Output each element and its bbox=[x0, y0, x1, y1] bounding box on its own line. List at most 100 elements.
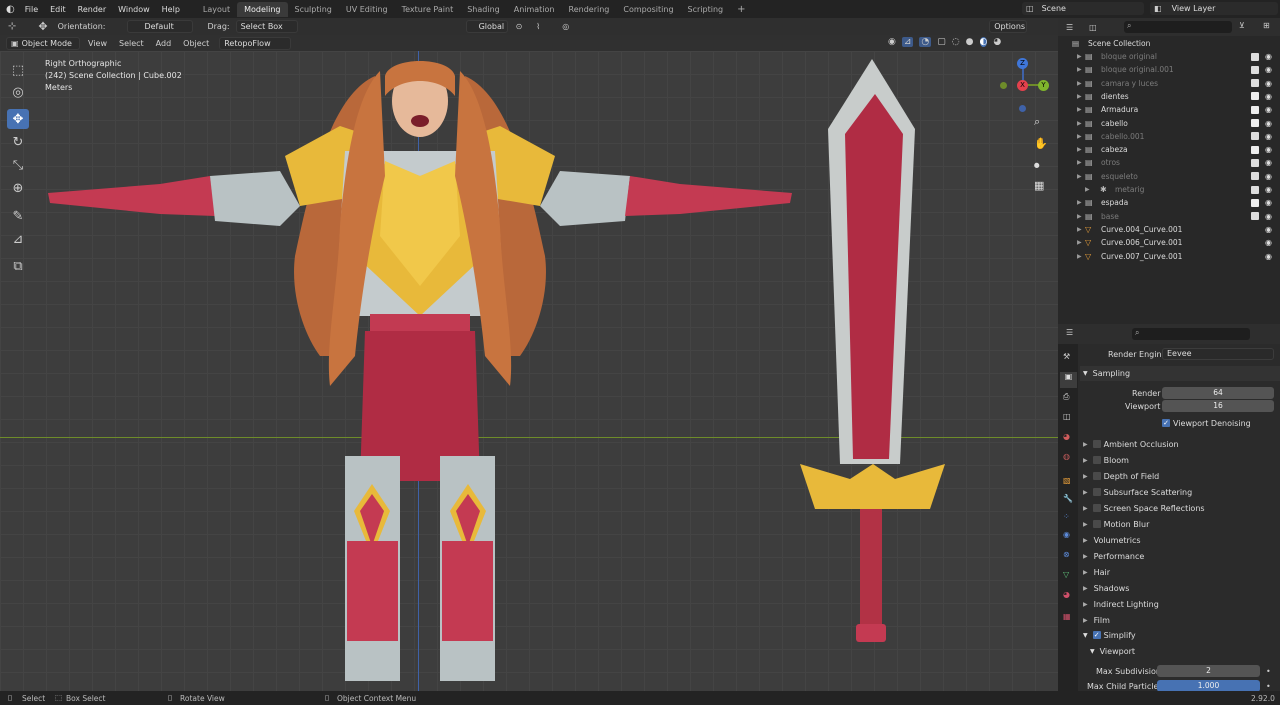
expand-arrow-icon[interactable]: ▶ bbox=[1077, 120, 1082, 127]
viewport-samples-field[interactable]: 16 bbox=[1162, 400, 1274, 412]
drag-dropdown[interactable]: Select Box bbox=[235, 20, 298, 33]
scene-selector[interactable]: ◫ Scene bbox=[1022, 2, 1144, 15]
constraints-tab-icon[interactable]: ⊗ bbox=[1063, 550, 1070, 559]
visibility-eye-icon[interactable]: ◉ bbox=[1265, 172, 1272, 181]
panel-checkbox[interactable] bbox=[1092, 440, 1101, 448]
move-icon[interactable]: ✥ bbox=[38, 20, 47, 33]
new-collection-icon[interactable]: ⊞ bbox=[1263, 21, 1270, 30]
visibility-eye-icon[interactable]: ◉ bbox=[1265, 119, 1272, 128]
visibility-eye-icon[interactable]: ◉ bbox=[1265, 238, 1272, 247]
expand-arrow-icon[interactable]: ▶ bbox=[1077, 213, 1082, 220]
gizmo-icon[interactable]: ⊿ bbox=[901, 37, 914, 47]
panel-checkbox[interactable] bbox=[1092, 456, 1101, 464]
wireframe-shading-icon[interactable]: ◌ bbox=[952, 37, 960, 47]
keyframe-dot-icon[interactable]: • bbox=[1266, 667, 1271, 676]
visibility-eye-icon[interactable]: ◉ bbox=[1265, 198, 1272, 207]
expand-arrow-icon[interactable]: ▶ bbox=[1077, 53, 1082, 60]
render-tab-icon[interactable]: ▣ bbox=[1060, 372, 1077, 388]
gizmo-neg-z-axis[interactable] bbox=[1019, 105, 1026, 112]
output-tab-icon[interactable]: ⎙ bbox=[1063, 392, 1069, 402]
render-panel-header[interactable]: ▶ Ambient Occlusion bbox=[1080, 437, 1280, 451]
scene-collection-row[interactable]: ▤ Scene Collection bbox=[1058, 37, 1280, 50]
orientation-dropdown[interactable]: Default bbox=[127, 20, 194, 33]
visibility-eye-icon[interactable]: ◉ bbox=[1265, 212, 1272, 221]
keyframe-dot-icon[interactable]: • bbox=[1266, 682, 1271, 691]
gizmo-x-axis[interactable]: X bbox=[1017, 80, 1028, 91]
menu-window[interactable]: Window bbox=[112, 5, 156, 14]
world-tab-icon[interactable]: ◍ bbox=[1063, 452, 1070, 461]
outliner-row[interactable]: ▶ ▤ cabello ◉ bbox=[1058, 117, 1280, 130]
tab-shading[interactable]: Shading bbox=[460, 2, 507, 17]
outliner-row[interactable]: ▶ ▤ bloque original ◉ bbox=[1058, 50, 1280, 63]
tab-sculpting[interactable]: Sculpting bbox=[288, 2, 339, 17]
tab-texture-paint[interactable]: Texture Paint bbox=[395, 2, 461, 17]
menu-view[interactable]: View bbox=[88, 39, 107, 48]
exclude-checkbox[interactable] bbox=[1251, 52, 1259, 61]
view-layer-selector[interactable]: ◧ View Layer bbox=[1150, 2, 1278, 15]
visibility-eye-icon[interactable]: ◉ bbox=[1265, 92, 1272, 101]
transform-tool-icon[interactable]: ⊕ bbox=[7, 178, 29, 198]
material-tab-icon[interactable]: ◕ bbox=[1063, 590, 1070, 599]
texture-tab-icon[interactable]: ▦ bbox=[1063, 612, 1071, 621]
physics-tab-icon[interactable]: ◉ bbox=[1063, 530, 1070, 539]
add-cube-tool-icon[interactable]: ⧉ bbox=[7, 256, 29, 276]
render-panel-header[interactable]: ▶ Depth of Field bbox=[1080, 469, 1280, 483]
render-panel-header[interactable]: ▶ Performance bbox=[1080, 549, 1280, 563]
material-shading-icon[interactable]: ◐ bbox=[979, 37, 988, 47]
proportional-edit-icon[interactable]: ◎ bbox=[562, 22, 569, 31]
expand-arrow-icon[interactable]: ▶ bbox=[1077, 93, 1082, 100]
solid-shading-icon[interactable]: ● bbox=[966, 37, 974, 47]
render-panel-header[interactable]: ▶ Screen Space Reflections bbox=[1080, 501, 1280, 515]
viewport-denoising-checkbox[interactable]: ✓ bbox=[1162, 419, 1170, 427]
outliner-row[interactable]: ▶ ▤ cabello.001 ◉ bbox=[1058, 130, 1280, 143]
expand-arrow-icon[interactable]: ▶ bbox=[1077, 173, 1082, 180]
expand-arrow-icon[interactable]: ▶ bbox=[1077, 253, 1082, 260]
outliner-row[interactable]: ▶ ✱ metarig ◉ bbox=[1058, 183, 1280, 196]
tab-animation[interactable]: Animation bbox=[507, 2, 562, 17]
rendered-shading-icon[interactable]: ◕ bbox=[993, 37, 1001, 47]
outliner-row[interactable]: ▶ ▽ Curve.004_Curve.001 ◉ bbox=[1058, 223, 1280, 236]
mode-dropdown[interactable]: ▣ Object Mode bbox=[6, 36, 80, 50]
visibility-eye-icon[interactable]: ◉ bbox=[1265, 252, 1272, 261]
tab-scripting[interactable]: Scripting bbox=[681, 2, 731, 17]
expand-arrow-icon[interactable]: ▶ bbox=[1077, 80, 1082, 87]
exclude-checkbox[interactable] bbox=[1251, 185, 1259, 194]
render-panel-header[interactable]: ▶ Motion Blur bbox=[1080, 517, 1280, 531]
tool-tab-icon[interactable]: ⚒ bbox=[1063, 352, 1070, 361]
render-panel-header[interactable]: ▶ Subsurface Scattering bbox=[1080, 485, 1280, 499]
tab-layout[interactable]: Layout bbox=[196, 2, 237, 17]
3d-viewport[interactable]: ⬚ ◎ ✥ ↻ ⤡ ⊕ ✎ ⊿ ⧉ Right Orthographic (24… bbox=[0, 51, 1058, 691]
measure-tool-icon[interactable]: ⊿ bbox=[7, 229, 29, 249]
annotate-tool-icon[interactable]: ✎ bbox=[7, 206, 29, 226]
render-panel-header[interactable]: ▶ Shadows bbox=[1080, 581, 1280, 595]
outliner-row[interactable]: ▶ ▤ camara y luces ◉ bbox=[1058, 77, 1280, 90]
max-subdivision-field[interactable]: 2 bbox=[1157, 665, 1260, 677]
visibility-eye-icon[interactable]: ◉ bbox=[1265, 79, 1272, 88]
exclude-checkbox[interactable] bbox=[1251, 172, 1259, 181]
outliner-row[interactable]: ▶ ▤ otros ◉ bbox=[1058, 156, 1280, 169]
expand-arrow-icon[interactable]: ▶ bbox=[1077, 159, 1082, 166]
expand-arrow-icon[interactable]: ▶ bbox=[1085, 186, 1090, 193]
expand-arrow-icon[interactable]: ▶ bbox=[1077, 226, 1082, 233]
character-model[interactable] bbox=[40, 56, 800, 691]
camera-view-icon[interactable]: ⏺ bbox=[1034, 159, 1040, 173]
properties-search-input[interactable]: ⌕ bbox=[1132, 328, 1250, 340]
expand-arrow-icon[interactable]: ▶ bbox=[1077, 146, 1082, 153]
outliner-row[interactable]: ▶ ▤ cabeza ◉ bbox=[1058, 143, 1280, 156]
overlay-icon[interactable]: ◔ bbox=[919, 37, 932, 47]
visibility-eye-icon[interactable]: ◉ bbox=[1265, 225, 1272, 234]
outliner-row[interactable]: ▶ ▽ Curve.006_Curve.001 ◉ bbox=[1058, 236, 1280, 249]
exclude-checkbox[interactable] bbox=[1251, 105, 1259, 114]
exclude-checkbox[interactable] bbox=[1251, 145, 1259, 154]
simplify-panel-header[interactable]: ▼ ✓ Simplify bbox=[1080, 628, 1280, 642]
gizmo-neg-y-axis[interactable] bbox=[1000, 82, 1007, 89]
display-mode-icon[interactable]: ◫ bbox=[1089, 23, 1097, 32]
visibility-eye-icon[interactable]: ◉ bbox=[1265, 145, 1272, 154]
sword-model[interactable] bbox=[795, 59, 955, 649]
outliner-row[interactable]: ▶ ▤ esqueleto ◉ bbox=[1058, 170, 1280, 183]
outliner-search-input[interactable]: ⌕ bbox=[1124, 21, 1232, 33]
expand-arrow-icon[interactable]: ▶ bbox=[1077, 133, 1082, 140]
exclude-checkbox[interactable] bbox=[1251, 158, 1259, 167]
visibility-eye-icon[interactable]: ◉ bbox=[1265, 52, 1272, 61]
data-tab-icon[interactable]: ▽ bbox=[1063, 570, 1069, 579]
